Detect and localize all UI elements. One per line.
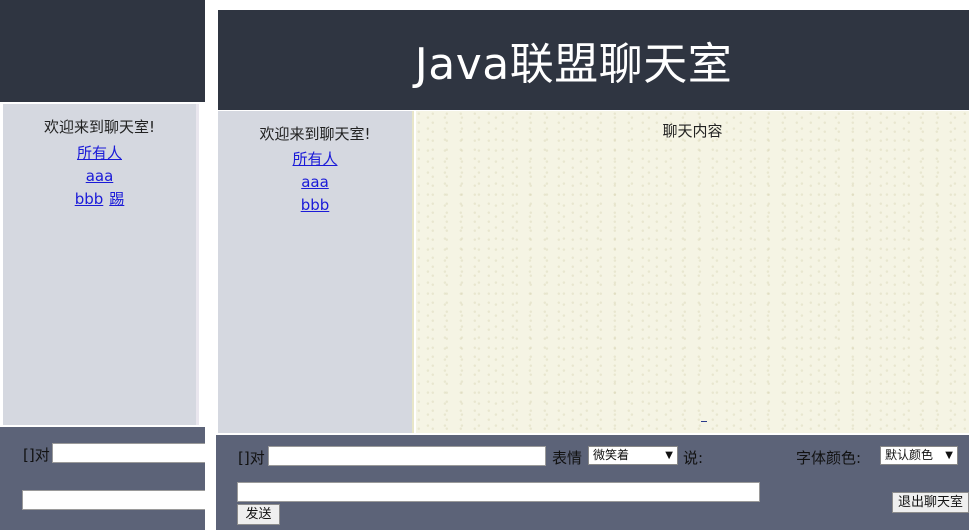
user-link-bbb[interactable]: bbb [75, 190, 104, 208]
exit-chat-button[interactable]: 退出聊天室 [892, 492, 969, 513]
to-label: []对 [23, 446, 50, 464]
to-label: []对 [238, 449, 265, 467]
expression-select[interactable]: 微笑着 ▼ [588, 446, 678, 465]
user-list-panel: 欢迎来到聊天室! 所有人 aaa bbb [218, 111, 414, 433]
font-color-label: 字体颜色: [796, 449, 862, 467]
user-link-aaa[interactable]: aaa [218, 171, 412, 194]
user-link-aaa[interactable]: aaa [3, 165, 196, 188]
chevron-down-icon: ▼ [945, 450, 953, 461]
chat-content-panel[interactable]: 聊天内容 [416, 111, 969, 433]
recipient-input[interactable] [52, 443, 205, 463]
user-link-all[interactable]: 所有人 [218, 148, 412, 171]
expression-label: 表情 [552, 449, 583, 467]
chat-header [0, 0, 205, 102]
user-row-bbb: bbb 踢 [3, 188, 196, 211]
input-bar: []对 [0, 427, 205, 530]
chat-window-background: 欢迎来到聊天室! 所有人 aaa bbb 踢 []对 [0, 0, 205, 530]
welcome-text: 欢迎来到聊天室! [259, 125, 371, 143]
chat-header: Java联盟聊天室 [218, 10, 969, 110]
font-color-selected-value: 默认颜色 [885, 448, 934, 462]
send-button[interactable]: 发送 [237, 504, 280, 525]
input-bar: []对 表情 微笑着 ▼ 说: 字体颜色: 默认颜色 ▼ 发送 退出聊天室 [216, 435, 969, 530]
kick-user-link[interactable]: 踢 [109, 190, 124, 208]
scroll-marker [701, 421, 707, 422]
message-input[interactable] [237, 482, 760, 502]
message-input[interactable] [22, 490, 205, 510]
chevron-down-icon: ▼ [665, 450, 673, 461]
welcome-text: 欢迎来到聊天室! [43, 118, 155, 136]
user-list-panel: 欢迎来到聊天室! 所有人 aaa bbb 踢 [3, 104, 199, 425]
chat-window: Java联盟聊天室 欢迎来到聊天室! 所有人 aaa bbb 聊天内容 []对 … [216, 0, 969, 530]
recipient-input[interactable] [268, 446, 546, 466]
chat-content-title: 聊天内容 [662, 122, 723, 140]
font-color-select[interactable]: 默认颜色 ▼ [880, 446, 958, 465]
expression-selected-value: 微笑着 [593, 448, 630, 462]
user-link-all[interactable]: 所有人 [3, 142, 196, 165]
say-label: 说: [683, 449, 704, 467]
user-link-bbb[interactable]: bbb [218, 194, 412, 217]
chat-title: Java联盟聊天室 [414, 39, 733, 90]
